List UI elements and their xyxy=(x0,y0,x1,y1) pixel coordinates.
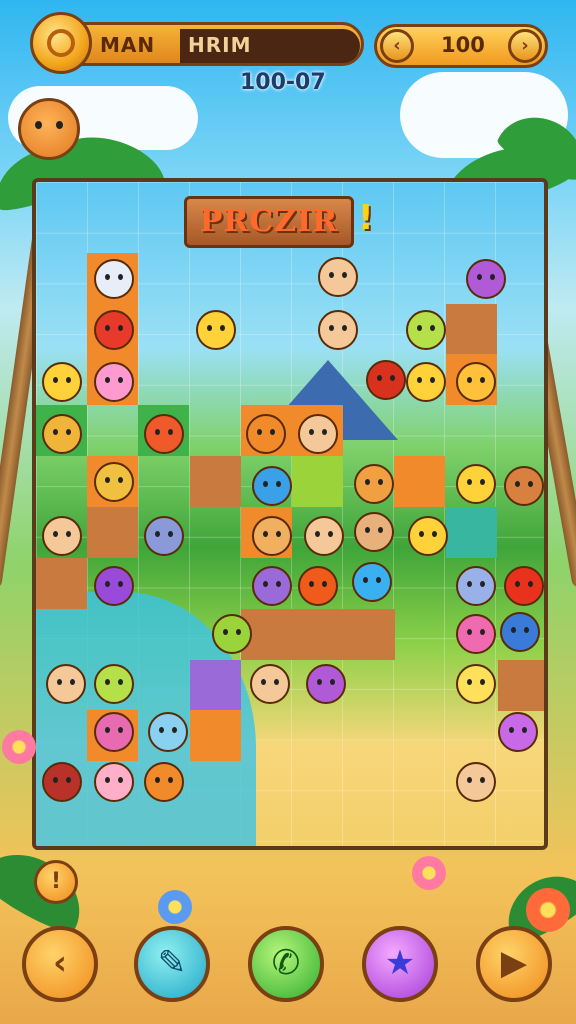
puzzle-piece[interactable] xyxy=(394,456,445,507)
score-value: 100 xyxy=(441,33,485,57)
character-token[interactable] xyxy=(42,414,82,454)
character-token[interactable] xyxy=(94,259,134,299)
mascot-character xyxy=(18,98,80,160)
character-token[interactable] xyxy=(456,664,496,704)
hint-button[interactable]: ✎ xyxy=(134,926,210,1002)
character-token[interactable] xyxy=(500,612,540,652)
character-token[interactable] xyxy=(456,566,496,606)
star-button[interactable]: ★ xyxy=(362,926,438,1002)
character-token[interactable] xyxy=(318,310,358,350)
character-token[interactable] xyxy=(250,664,290,704)
character-token[interactable] xyxy=(42,516,82,556)
puzzle-piece[interactable] xyxy=(292,456,343,507)
character-token[interactable] xyxy=(406,310,446,350)
character-token[interactable] xyxy=(318,257,358,297)
character-token[interactable] xyxy=(352,562,392,602)
character-token[interactable] xyxy=(42,362,82,402)
character-token[interactable] xyxy=(456,762,496,802)
character-token[interactable] xyxy=(466,259,506,299)
character-token[interactable] xyxy=(298,566,338,606)
character-token[interactable] xyxy=(94,664,134,704)
character-token[interactable] xyxy=(94,762,134,802)
puzzle-title-sign: PRCZIR xyxy=(184,196,354,248)
character-token[interactable] xyxy=(504,566,544,606)
character-token[interactable] xyxy=(498,712,538,752)
star-icon: ★ xyxy=(384,943,416,983)
puzzle-piece[interactable] xyxy=(190,456,241,507)
character-token[interactable] xyxy=(456,614,496,654)
puzzle-piece[interactable] xyxy=(87,507,138,558)
character-token[interactable] xyxy=(144,762,184,802)
character-token[interactable] xyxy=(354,512,394,552)
call-button[interactable]: ✆ xyxy=(248,926,324,1002)
character-token[interactable] xyxy=(354,464,394,504)
play-icon: ▶ xyxy=(500,943,528,983)
character-token[interactable] xyxy=(456,464,496,504)
character-token[interactable] xyxy=(94,566,134,606)
character-token[interactable] xyxy=(246,414,286,454)
puzzle-board[interactable] xyxy=(32,178,548,850)
puzzle-piece[interactable] xyxy=(36,558,87,609)
puzzle-piece[interactable] xyxy=(190,710,241,761)
back-button[interactable]: ‹ xyxy=(22,926,98,1002)
character-token[interactable] xyxy=(306,664,346,704)
character-token[interactable] xyxy=(252,566,292,606)
timer: 100-07 xyxy=(240,70,326,95)
character-token[interactable] xyxy=(252,466,292,506)
character-token[interactable] xyxy=(456,362,496,402)
phone-icon: ✆ xyxy=(271,943,301,983)
character-token[interactable] xyxy=(252,516,292,556)
puzzle-piece[interactable] xyxy=(498,660,544,711)
character-token[interactable] xyxy=(94,310,134,350)
play-button[interactable]: ▶ xyxy=(476,926,552,1002)
left-arrow-icon[interactable]: ‹ xyxy=(380,29,414,63)
back-icon: ‹ xyxy=(52,943,67,983)
character-token[interactable] xyxy=(144,516,184,556)
level-label: HRIM xyxy=(188,33,252,57)
character-token[interactable] xyxy=(94,712,134,752)
flower-icon xyxy=(158,890,192,924)
title-exclamation: ! xyxy=(358,198,374,238)
puzzle-piece[interactable] xyxy=(190,660,241,711)
right-arrow-icon[interactable]: › xyxy=(508,29,542,63)
character-token[interactable] xyxy=(144,414,184,454)
puzzle-piece[interactable] xyxy=(241,609,395,660)
character-token[interactable] xyxy=(42,762,82,802)
character-token[interactable] xyxy=(46,664,86,704)
puzzle-title: PRCZIR xyxy=(199,204,339,239)
character-token[interactable] xyxy=(304,516,344,556)
character-token[interactable] xyxy=(196,310,236,350)
flower-icon xyxy=(526,888,570,932)
character-token[interactable] xyxy=(94,462,134,502)
character-token[interactable] xyxy=(212,614,252,654)
character-token[interactable] xyxy=(94,362,134,402)
player-label: MAN xyxy=(100,33,156,57)
character-token[interactable] xyxy=(504,466,544,506)
character-token[interactable] xyxy=(298,414,338,454)
character-token[interactable] xyxy=(408,516,448,556)
info-button[interactable]: ! xyxy=(34,860,78,904)
flower-icon xyxy=(412,856,446,890)
character-token[interactable] xyxy=(148,712,188,752)
character-token[interactable] xyxy=(366,360,406,400)
hint-icon: ✎ xyxy=(157,943,187,983)
puzzle-piece[interactable] xyxy=(446,507,497,558)
coin-icon[interactable] xyxy=(30,12,92,74)
character-token[interactable] xyxy=(406,362,446,402)
puzzle-piece[interactable] xyxy=(446,304,497,355)
flower-icon xyxy=(2,730,36,764)
